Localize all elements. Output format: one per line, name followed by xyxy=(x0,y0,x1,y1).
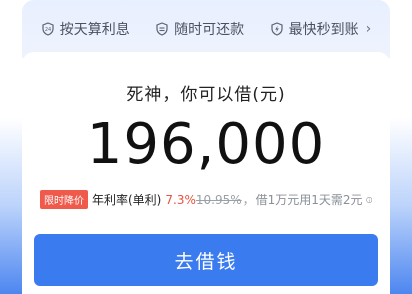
page-background-right xyxy=(390,0,412,294)
calendar-icon: 24 xyxy=(42,22,54,36)
loan-card: 死神，你可以借(元) 196,000 限时降价 年利率(单利) 7.3% 10.… xyxy=(22,52,390,294)
rate-current: 7.3% xyxy=(165,192,196,207)
repay-icon xyxy=(156,22,168,36)
lightning-icon xyxy=(271,22,283,36)
feature-label: 最快秒到账 xyxy=(288,22,359,38)
chevron-right-icon[interactable]: › xyxy=(366,21,372,37)
feature-daily-interest: 24 按天算利息 xyxy=(41,19,130,39)
loan-amount: 196,000 xyxy=(86,112,326,177)
feature-label: 按天算利息 xyxy=(59,22,130,38)
rate-label: 年利率(单利) xyxy=(92,193,162,207)
feature-label: 随时可还款 xyxy=(174,22,245,38)
info-icon[interactable] xyxy=(365,194,372,206)
discount-badge: 限时降价 xyxy=(40,190,88,209)
rate-row: 限时降价 年利率(单利) 7.3% 10.95% ， 借1万元用1天需2元 xyxy=(40,190,372,209)
rate-separator: ， xyxy=(242,193,255,207)
svg-text:24: 24 xyxy=(45,27,51,33)
page-background-left xyxy=(0,0,22,294)
loan-headline: 死神，你可以借(元) xyxy=(126,85,286,105)
rate-original: 10.95% xyxy=(195,192,242,207)
borrow-button[interactable]: 去借钱 xyxy=(34,234,378,286)
feature-strip[interactable]: 24 按天算利息 随时可还款 最快秒到账 › xyxy=(22,0,390,58)
feature-fast-arrival: 最快秒到账 › xyxy=(270,19,372,39)
rate-note: 借1万元用1天需2元 xyxy=(255,193,363,207)
feature-repay-anytime: 随时可还款 xyxy=(155,19,244,39)
